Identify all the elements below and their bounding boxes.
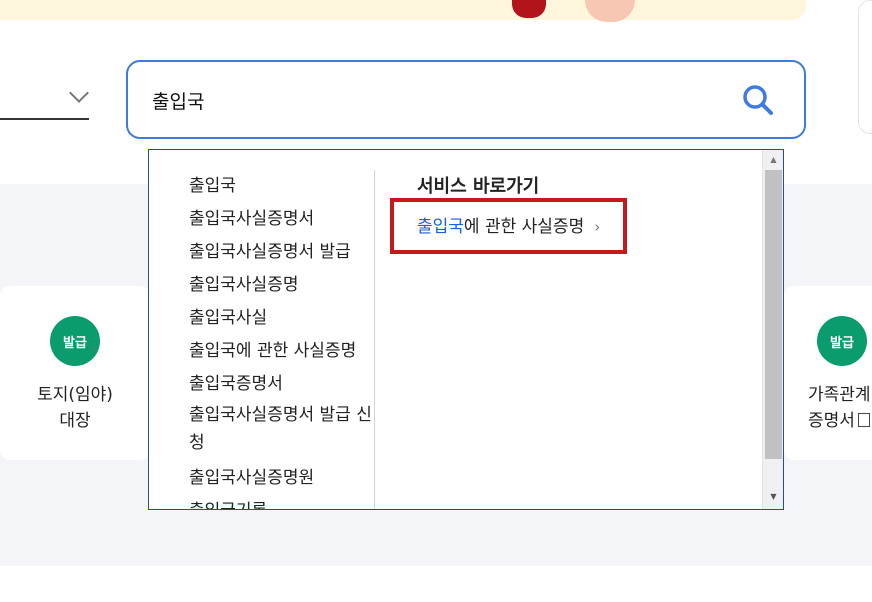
promo-banner[interactable] bbox=[0, 0, 806, 20]
scroll-down-arrow-icon[interactable]: ▼ bbox=[763, 491, 783, 503]
suggestion-item[interactable]: 출입국사실증명원 bbox=[189, 462, 379, 495]
search-button[interactable] bbox=[740, 82, 776, 118]
suggestion-item[interactable]: 출입국증명서 bbox=[189, 368, 379, 401]
chevron-down-icon[interactable] bbox=[69, 83, 89, 103]
suggestion-item[interactable]: 출입국사실증명서 발급 신청 bbox=[189, 401, 379, 457]
scroll-thumb[interactable] bbox=[765, 170, 782, 459]
highlight-annotation bbox=[390, 198, 627, 254]
suggestion-item[interactable]: 출입국에 관한 사실증명 bbox=[189, 335, 379, 368]
suggestion-item[interactable]: 출입국기록 bbox=[189, 495, 379, 509]
service-card-title: 토지(임야) 대장 bbox=[37, 385, 113, 431]
dropdown-divider bbox=[374, 170, 375, 509]
category-select[interactable] bbox=[0, 118, 89, 120]
service-shortcut-title: 서비스 바로가기 bbox=[417, 176, 540, 197]
search-icon bbox=[743, 85, 773, 115]
external-link-icon bbox=[857, 413, 870, 427]
search-input[interactable] bbox=[152, 84, 712, 116]
issue-badge: 발급 bbox=[50, 316, 100, 366]
suggestion-item[interactable]: 출입국사실증명 bbox=[189, 269, 379, 302]
scroll-up-arrow-icon[interactable]: ▲ bbox=[763, 154, 783, 166]
service-card-title: 가족관계 증명서 bbox=[808, 385, 871, 431]
service-card-family-certificate[interactable]: 발급 가족관계 증명서 bbox=[784, 286, 872, 460]
service-card-land-register[interactable]: 발급 토지(임야) 대장 bbox=[0, 286, 150, 460]
suggestion-item[interactable]: 출입국 bbox=[189, 170, 379, 203]
suggestion-item[interactable]: 출입국사실증명서 bbox=[189, 203, 379, 236]
dropdown-scrollbar[interactable]: ▲ ▼ bbox=[762, 150, 783, 509]
side-panel bbox=[858, 0, 872, 134]
suggestion-list: 출입국 출입국사실증명서 출입국사실증명서 발급 출입국사실증명 출입국사실 출… bbox=[189, 170, 379, 509]
suggestion-item[interactable]: 출입국사실 bbox=[189, 302, 379, 335]
issue-badge: 발급 bbox=[817, 316, 867, 366]
suggestion-item[interactable]: 출입국사실증명서 발급 bbox=[189, 236, 379, 269]
search-box bbox=[126, 60, 806, 139]
